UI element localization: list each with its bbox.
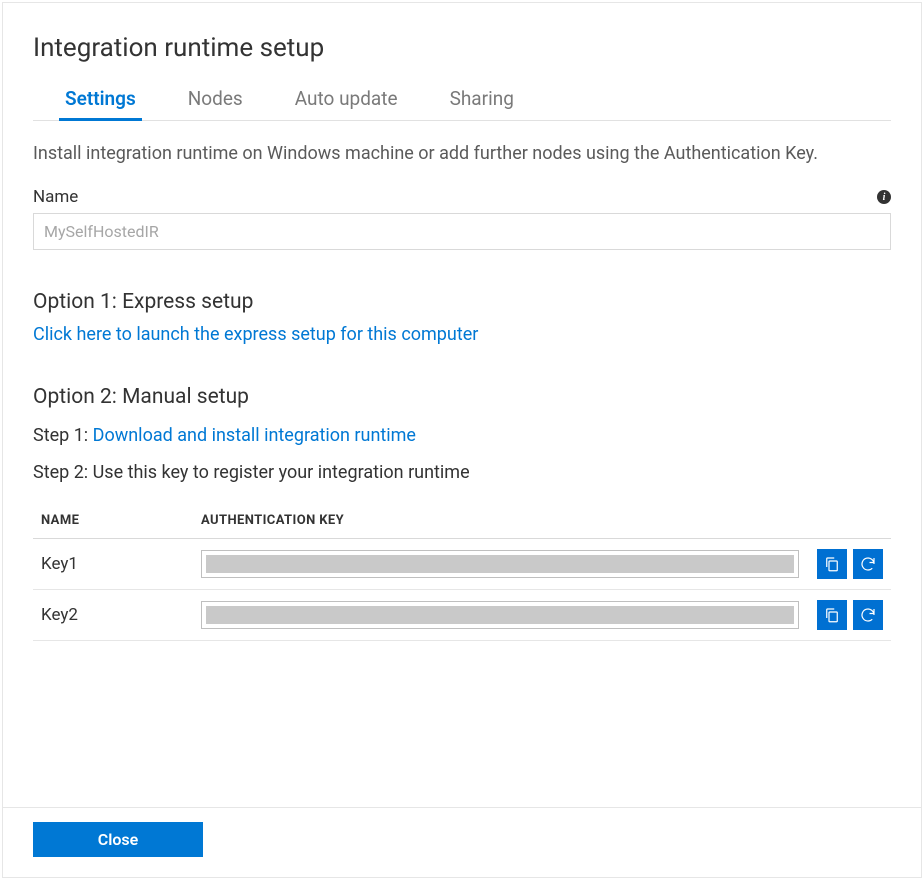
download-runtime-link[interactable]: Download and install integration runtime: [93, 425, 416, 446]
key-value-cell: [193, 539, 807, 590]
tab-settings[interactable]: Settings: [65, 87, 136, 120]
key2-auth-field[interactable]: [201, 601, 799, 629]
tab-sharing[interactable]: Sharing: [450, 87, 514, 120]
tab-nodes[interactable]: Nodes: [188, 87, 243, 120]
refresh-icon: [859, 555, 877, 573]
step1-prefix: Step 1:: [33, 425, 93, 446]
key-name: Key2: [33, 590, 193, 641]
name-label: Name: [33, 187, 78, 207]
info-icon[interactable]: i: [877, 190, 891, 204]
key-name: Key1: [33, 539, 193, 590]
copy-key1-button[interactable]: [817, 549, 847, 579]
copy-key2-button[interactable]: [817, 600, 847, 630]
panel-content: Integration runtime setup Settings Nodes…: [3, 3, 921, 807]
tabs: Settings Nodes Auto update Sharing: [33, 87, 891, 121]
col-auth-header: AUTHENTICATION KEY: [193, 505, 807, 539]
key-value-cell: [193, 590, 807, 641]
setup-panel: Integration runtime setup Settings Nodes…: [2, 2, 922, 878]
regenerate-key1-button[interactable]: [853, 549, 883, 579]
regenerate-key2-button[interactable]: [853, 600, 883, 630]
express-setup-link[interactable]: Click here to launch the express setup f…: [33, 324, 478, 345]
key1-auth-masked: [206, 555, 794, 573]
footer: Close: [3, 807, 921, 877]
tab-autoupdate[interactable]: Auto update: [295, 87, 398, 120]
keys-table: NAME AUTHENTICATION KEY Key1: [33, 505, 891, 641]
key-actions: [807, 590, 891, 641]
step1: Step 1: Download and install integration…: [33, 425, 891, 446]
refresh-icon: [859, 606, 877, 624]
description-text: Install integration runtime on Windows m…: [33, 141, 891, 167]
name-field-block: Name i: [33, 187, 891, 250]
close-button[interactable]: Close: [33, 822, 203, 857]
option2-heading: Option 2: Manual setup: [33, 385, 891, 409]
step2: Step 2: Use this key to register your in…: [33, 462, 891, 483]
copy-icon: [823, 606, 841, 624]
name-label-row: Name i: [33, 187, 891, 207]
option1-heading: Option 1: Express setup: [33, 290, 891, 314]
name-input[interactable]: [33, 213, 891, 250]
key-actions: [807, 539, 891, 590]
key2-auth-masked: [206, 606, 794, 624]
table-row: Key1: [33, 539, 891, 590]
page-title: Integration runtime setup: [33, 33, 891, 63]
copy-icon: [823, 555, 841, 573]
table-row: Key2: [33, 590, 891, 641]
col-actions-header: [807, 505, 891, 539]
key1-auth-field[interactable]: [201, 550, 799, 578]
col-name-header: NAME: [33, 505, 193, 539]
